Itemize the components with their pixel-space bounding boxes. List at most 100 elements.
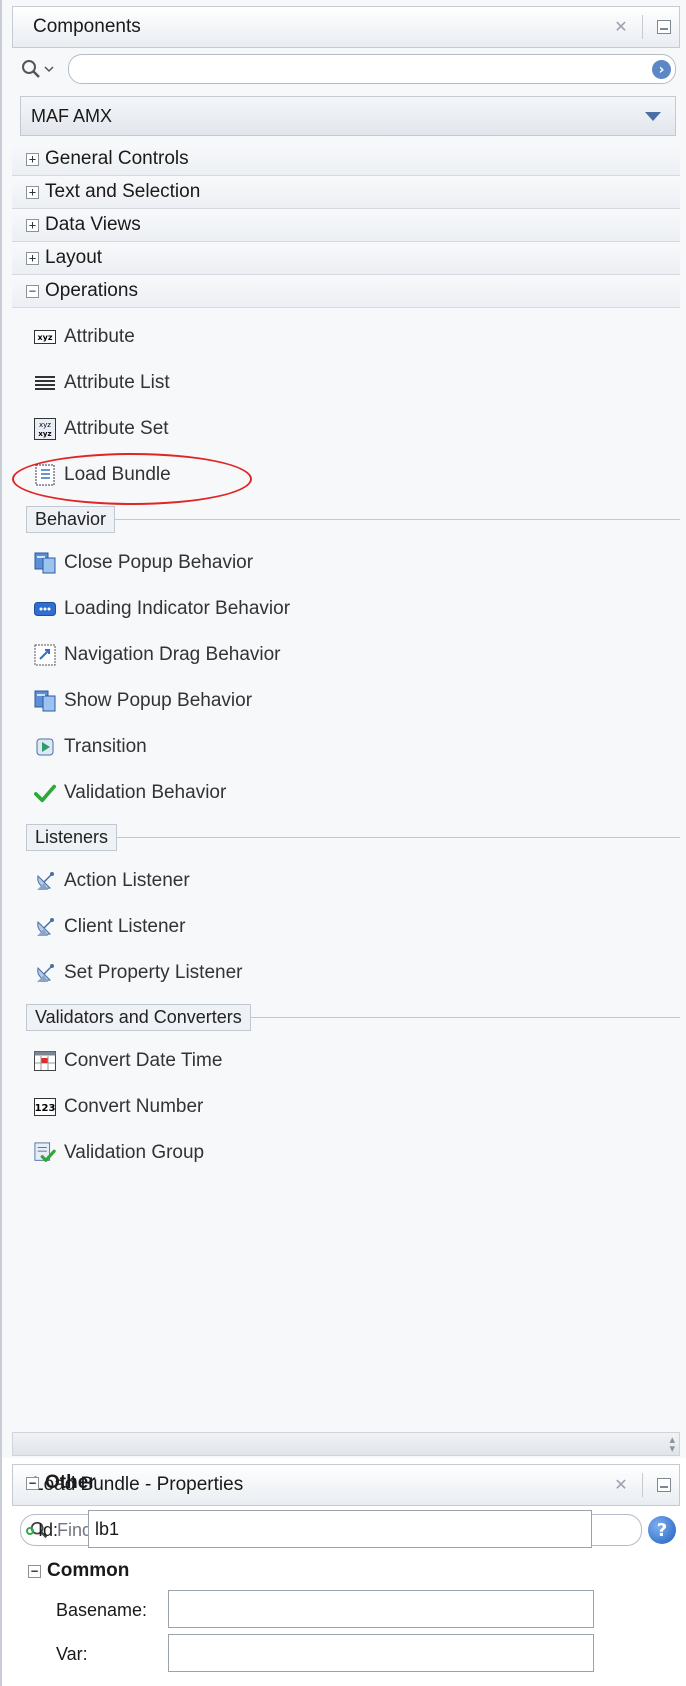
minimize-button[interactable]: [649, 1470, 679, 1500]
divider: [115, 518, 680, 520]
component-show-popup-behavior[interactable]: Show Popup Behavior: [12, 678, 680, 724]
var-field[interactable]: [168, 1634, 594, 1672]
id-label: Id:: [38, 1520, 59, 1540]
svg-text:123: 123: [35, 1103, 56, 1114]
section-common[interactable]: − Common: [28, 1560, 129, 1582]
components-panel: Components ✕ › MAF AMX + General Controls…: [0, 0, 686, 1510]
section-accordion: + General Controls + Text and Selection + D…: [12, 143, 680, 308]
section-label: Text and Selection: [45, 181, 201, 202]
component-attribute-set[interactable]: xyz xyz Attribute Set: [12, 406, 680, 452]
component-label: Convert Date Time: [64, 1050, 223, 1071]
component-convert-number[interactable]: 123 Convert Number: [12, 1084, 680, 1130]
close-icon[interactable]: ✕: [606, 1470, 636, 1500]
transition-icon: [34, 736, 56, 758]
attribute-set-icon: xyz xyz: [34, 418, 56, 440]
panel-scrollbar[interactable]: ▴ ▾: [12, 1432, 680, 1456]
component-load-bundle[interactable]: Load Bundle: [12, 452, 680, 498]
component-label: Navigation Drag Behavior: [64, 644, 281, 665]
section-label: Layout: [45, 247, 103, 268]
section-layout[interactable]: + Layout: [12, 242, 680, 275]
component-label: Close Popup Behavior: [64, 552, 254, 573]
id-field[interactable]: lb1: [88, 1510, 592, 1548]
component-close-popup-behavior[interactable]: Close Popup Behavior: [12, 540, 680, 586]
chevron-down-icon: [44, 66, 54, 73]
checkmark-icon: [34, 782, 56, 804]
component-label: Validation Group: [64, 1142, 205, 1163]
component-label: Validation Behavior: [64, 782, 227, 803]
component-navigation-drag-behavior[interactable]: Navigation Drag Behavior: [12, 632, 680, 678]
component-convert-date-time[interactable]: Convert Date Time: [12, 1038, 680, 1084]
component-label: Attribute List: [64, 372, 170, 393]
component-label: Client Listener: [64, 916, 186, 937]
satellite-dish-icon: [34, 916, 56, 938]
section-general-controls[interactable]: + General Controls: [12, 143, 680, 176]
component-label: Loading Indicator Behavior: [64, 598, 291, 619]
required-dot-icon: [26, 1526, 34, 1535]
components-header: Components ✕: [12, 6, 680, 48]
validation-group-icon: [34, 1142, 56, 1164]
minimize-icon: [657, 20, 671, 34]
section-other[interactable]: − Other: [26, 1472, 96, 1494]
group-label: Listeners: [26, 823, 118, 851]
component-label: Transition: [64, 736, 147, 757]
popup-icon: [34, 690, 56, 712]
expand-icon: +: [26, 251, 39, 265]
properties-panel: Load Bundle - Properties ✕ Find ? − Comm…: [0, 1458, 686, 1686]
component-label: Set Property Listener: [64, 962, 243, 983]
component-search-row: ›: [20, 52, 676, 86]
collapse-icon: −: [28, 1564, 41, 1578]
component-set-property-listener[interactable]: Set Property Listener: [12, 950, 680, 996]
scroll-arrows-icon[interactable]: ▴ ▾: [669, 1434, 675, 1454]
calendar-icon: [34, 1050, 56, 1072]
section-label: Other: [45, 1472, 96, 1493]
id-row: Id:: [26, 1520, 58, 1541]
component-validation-behavior[interactable]: Validation Behavior: [12, 770, 680, 816]
var-label: Var:: [56, 1644, 88, 1664]
close-icon[interactable]: ✕: [606, 12, 636, 42]
component-transition[interactable]: Transition: [12, 724, 680, 770]
section-label: Operations: [45, 280, 138, 301]
section-operations[interactable]: − Operations: [12, 275, 680, 308]
section-label: Data Views: [45, 214, 141, 235]
header-divider: [642, 15, 643, 39]
collapse-icon: −: [26, 284, 39, 298]
component-search-input[interactable]: ›: [68, 54, 676, 84]
section-data-views[interactable]: + Data Views: [12, 209, 680, 242]
go-icon[interactable]: ›: [652, 60, 671, 79]
divider: [117, 836, 680, 838]
components-title: Components: [33, 16, 141, 37]
minimize-button[interactable]: [649, 12, 679, 42]
dropdown-caret-icon: [645, 111, 661, 121]
minimize-icon: [657, 1478, 671, 1492]
component-label: Action Listener: [64, 870, 190, 891]
component-client-listener[interactable]: Client Listener: [12, 904, 680, 950]
library-dropdown[interactable]: MAF AMX: [20, 96, 676, 136]
component-label: Load Bundle: [64, 464, 171, 485]
component-attribute-list[interactable]: Attribute List: [12, 360, 680, 406]
basename-label: Basename:: [56, 1600, 148, 1620]
basename-field[interactable]: [168, 1590, 594, 1628]
help-icon[interactable]: ?: [648, 1516, 676, 1544]
satellite-dish-icon: [34, 870, 56, 892]
section-text-and-selection[interactable]: + Text and Selection: [12, 176, 680, 209]
find-placeholder: Find: [57, 1519, 93, 1540]
group-listeners: Listeners: [12, 820, 680, 854]
component-validation-group[interactable]: Validation Group: [12, 1130, 680, 1176]
collapse-icon: −: [26, 1476, 39, 1490]
component-attribute[interactable]: xyz Attribute: [12, 314, 680, 360]
attribute-list-icon: [34, 372, 56, 394]
properties-title: Load Bundle - Properties: [33, 1474, 244, 1495]
component-loading-indicator-behavior[interactable]: Loading Indicator Behavior: [12, 586, 680, 632]
navigation-drag-icon: [34, 644, 56, 666]
component-label: Attribute: [64, 326, 135, 347]
load-bundle-icon: [34, 464, 56, 486]
expand-icon: +: [26, 218, 39, 232]
group-validators-converters: Validators and Converters: [12, 1000, 680, 1034]
header-divider: [642, 1473, 643, 1497]
group-label: Validators and Converters: [26, 1003, 251, 1031]
section-label: General Controls: [45, 148, 189, 169]
component-action-listener[interactable]: Action Listener: [12, 858, 680, 904]
group-label: Behavior: [26, 505, 116, 533]
group-behavior: Behavior: [12, 502, 680, 536]
search-options-button[interactable]: [20, 58, 68, 80]
